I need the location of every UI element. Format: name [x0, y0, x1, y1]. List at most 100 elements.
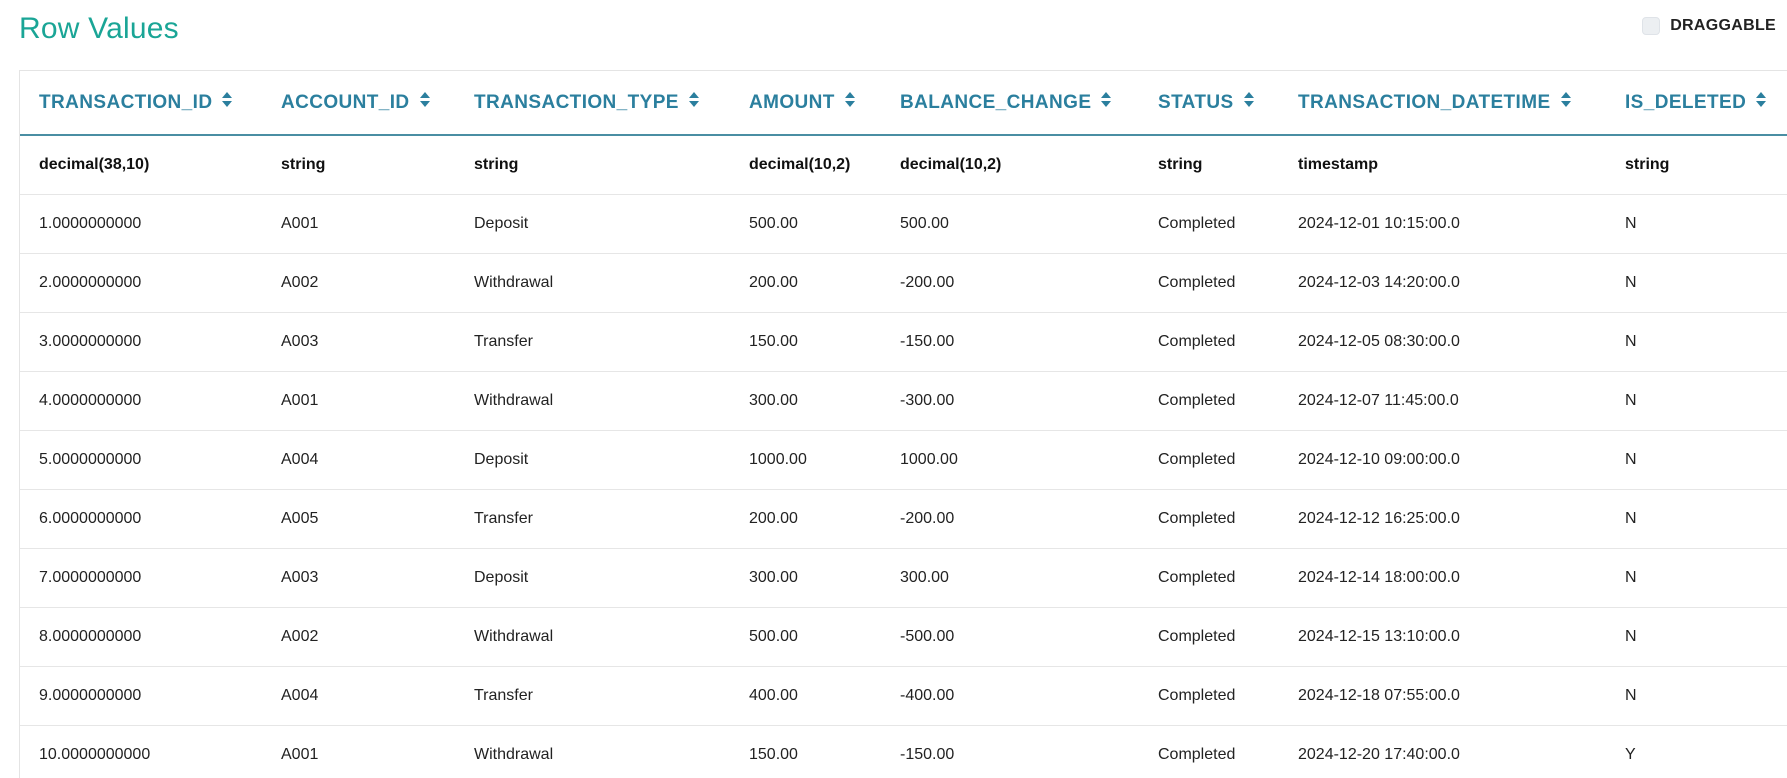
- draggable-checkbox[interactable]: [1642, 17, 1661, 35]
- table-cell: 150.00: [730, 312, 881, 372]
- table-cell: Transfer: [455, 666, 730, 726]
- table-cell: 300.00: [881, 548, 1139, 608]
- type-cell: decimal(38,10): [20, 135, 262, 195]
- table-cell: Deposit: [455, 194, 730, 254]
- table-row[interactable]: 1.0000000000 A001 Deposit 500.00 500.00 …: [20, 194, 1787, 254]
- table-cell: N: [1606, 194, 1787, 254]
- table-cell: N: [1606, 371, 1787, 431]
- table-cell: Completed: [1139, 312, 1279, 372]
- column-header-label: TRANSACTION_TYPE: [474, 91, 679, 113]
- table-cell: Deposit: [455, 430, 730, 490]
- sort-icon[interactable]: [1560, 92, 1571, 108]
- table-cell: -300.00: [881, 371, 1139, 431]
- draggable-label: DRAGGABLE: [1670, 17, 1776, 34]
- column-header-transaction-type[interactable]: TRANSACTION_TYPE: [455, 71, 730, 136]
- table-row[interactable]: 10.0000000000 A001 Withdrawal 150.00 -15…: [20, 725, 1787, 778]
- table-cell: Transfer: [455, 312, 730, 372]
- table-cell: Completed: [1139, 194, 1279, 254]
- column-header-status[interactable]: STATUS: [1139, 71, 1279, 136]
- table-cell: Withdrawal: [455, 725, 730, 778]
- table-cell: -200.00: [881, 253, 1139, 313]
- table-cell: A003: [262, 312, 455, 372]
- column-header-balance-change[interactable]: BALANCE_CHANGE: [881, 71, 1139, 136]
- table-cell: -500.00: [881, 607, 1139, 667]
- column-header-is-deleted[interactable]: IS_DELETED: [1606, 71, 1787, 136]
- table-cell: A001: [262, 194, 455, 254]
- table-cell: 2024-12-03 14:20:00.0: [1279, 253, 1606, 313]
- table-cell: Completed: [1139, 607, 1279, 667]
- table-cell: N: [1606, 430, 1787, 490]
- table-row[interactable]: 9.0000000000 A004 Transfer 400.00 -400.0…: [20, 666, 1787, 726]
- type-cell: decimal(10,2): [730, 135, 881, 195]
- table-cell: 10.0000000000: [20, 725, 262, 778]
- table-row[interactable]: 7.0000000000 A003 Deposit 300.00 300.00 …: [20, 548, 1787, 608]
- type-cell: timestamp: [1279, 135, 1606, 195]
- table-cell: Completed: [1139, 489, 1279, 549]
- table-row[interactable]: 2.0000000000 A002 Withdrawal 200.00 -200…: [20, 253, 1787, 313]
- sort-icon[interactable]: [1243, 92, 1254, 108]
- table-cell: Completed: [1139, 430, 1279, 490]
- table-cell: A005: [262, 489, 455, 549]
- column-header-label: AMOUNT: [749, 91, 835, 113]
- table-cell: A002: [262, 607, 455, 667]
- table-cell: N: [1606, 312, 1787, 372]
- table-cell: 2.0000000000: [20, 253, 262, 313]
- column-header-label: IS_DELETED: [1625, 91, 1747, 113]
- table-cell: 500.00: [730, 194, 881, 254]
- table-cell: 300.00: [730, 371, 881, 431]
- table-cell: 500.00: [730, 607, 881, 667]
- type-cell: string: [1139, 135, 1279, 195]
- table-cell: 4.0000000000: [20, 371, 262, 431]
- table-cell: A002: [262, 253, 455, 313]
- table-cell: 1.0000000000: [20, 194, 262, 254]
- table-cell: Withdrawal: [455, 607, 730, 667]
- column-header-amount[interactable]: AMOUNT: [730, 71, 881, 136]
- table-cell: -150.00: [881, 312, 1139, 372]
- table-cell: 200.00: [730, 489, 881, 549]
- table-cell: 6.0000000000: [20, 489, 262, 549]
- column-header-transaction-id[interactable]: TRANSACTION_ID: [20, 71, 262, 136]
- column-header-label: BALANCE_CHANGE: [900, 91, 1092, 113]
- table-cell: Deposit: [455, 548, 730, 608]
- column-header-account-id[interactable]: ACCOUNT_ID: [262, 71, 455, 136]
- sort-icon[interactable]: [688, 92, 699, 108]
- row-values-table-container[interactable]: TRANSACTION_ID ACCOUNT_ID TRANSACTION_TY…: [19, 70, 1787, 778]
- table-row[interactable]: 3.0000000000 A003 Transfer 150.00 -150.0…: [20, 312, 1787, 372]
- column-header-label: STATUS: [1158, 91, 1234, 113]
- table-cell: 1000.00: [730, 430, 881, 490]
- column-header-label: TRANSACTION_ID: [39, 91, 213, 113]
- table-cell: A004: [262, 430, 455, 490]
- column-header-label: ACCOUNT_ID: [281, 91, 410, 113]
- table-cell: Completed: [1139, 253, 1279, 313]
- sort-icon[interactable]: [1756, 92, 1767, 108]
- table-cell: 5.0000000000: [20, 430, 262, 490]
- table-cell: Y: [1606, 725, 1787, 778]
- table-cell: 7.0000000000: [20, 548, 262, 608]
- table-cell: 2024-12-20 17:40:00.0: [1279, 725, 1606, 778]
- table-row[interactable]: 5.0000000000 A004 Deposit 1000.00 1000.0…: [20, 430, 1787, 490]
- sort-icon[interactable]: [222, 92, 233, 108]
- table-cell: 400.00: [730, 666, 881, 726]
- table-cell: Completed: [1139, 371, 1279, 431]
- column-header-transaction-datetime[interactable]: TRANSACTION_DATETIME: [1279, 71, 1606, 136]
- table-cell: 1000.00: [881, 430, 1139, 490]
- table-row[interactable]: 8.0000000000 A002 Withdrawal 500.00 -500…: [20, 607, 1787, 667]
- table-row[interactable]: 6.0000000000 A005 Transfer 200.00 -200.0…: [20, 489, 1787, 549]
- header-row: TRANSACTION_ID ACCOUNT_ID TRANSACTION_TY…: [20, 71, 1787, 136]
- type-cell: string: [262, 135, 455, 195]
- table-cell: N: [1606, 489, 1787, 549]
- table-body: decimal(38,10) string string decimal(10,…: [20, 135, 1787, 778]
- table-cell: A001: [262, 725, 455, 778]
- sort-icon[interactable]: [1101, 92, 1112, 108]
- table-row[interactable]: 4.0000000000 A001 Withdrawal 300.00 -300…: [20, 371, 1787, 431]
- table-cell: N: [1606, 607, 1787, 667]
- table-cell: Withdrawal: [455, 253, 730, 313]
- draggable-toggle[interactable]: DRAGGABLE: [1642, 17, 1776, 35]
- row-values-table: TRANSACTION_ID ACCOUNT_ID TRANSACTION_TY…: [20, 71, 1787, 778]
- table-cell: Withdrawal: [455, 371, 730, 431]
- table-cell: N: [1606, 253, 1787, 313]
- sort-icon[interactable]: [419, 92, 430, 108]
- table-cell: Completed: [1139, 666, 1279, 726]
- sort-icon[interactable]: [844, 92, 855, 108]
- row-values-page: Row Values DRAGGABLE TRANSACTION_ID ACCO…: [0, 0, 1787, 778]
